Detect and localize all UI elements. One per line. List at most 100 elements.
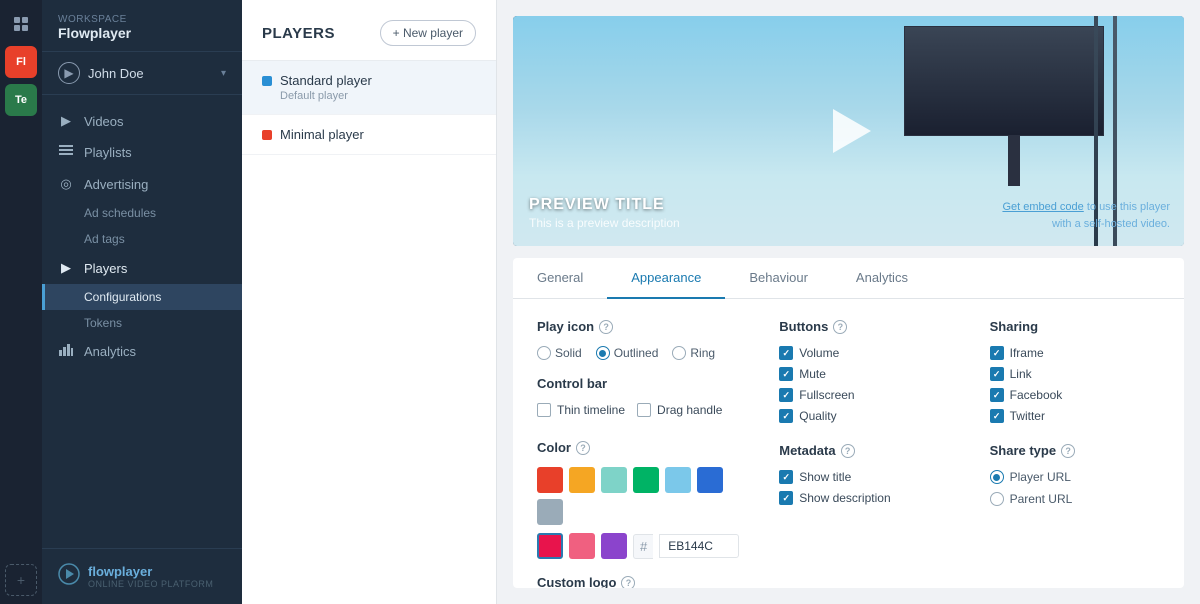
swatch-pink[interactable] <box>569 533 595 559</box>
share-type-help[interactable]: ? <box>1061 444 1075 458</box>
user-name: John Doe <box>88 66 213 81</box>
color-hex-input[interactable] <box>659 534 739 558</box>
grid-icon[interactable] <box>5 8 37 40</box>
tab-appearance[interactable]: Appearance <box>607 258 725 299</box>
fullscreen-option[interactable]: ✓ Fullscreen <box>779 388 949 402</box>
radio-solid-circle <box>537 346 551 360</box>
mute-option[interactable]: ✓ Mute <box>779 367 949 381</box>
play-icon-ring[interactable]: Ring <box>672 346 715 360</box>
embed-code-text: Get embed code to use this playerwith a … <box>1002 199 1170 232</box>
settings-panel: General Appearance Behaviour Analytics P… <box>513 258 1184 588</box>
swatch-green[interactable] <box>633 467 659 493</box>
sidebar-sub-tokens[interactable]: Tokens <box>42 310 242 336</box>
footer-branding: flowplayer ONLINE VIDEO PLATFORM <box>88 564 213 589</box>
swatch-light-blue[interactable] <box>665 467 691 493</box>
players-panel: PLAYERS + New player Standard player Def… <box>242 0 497 604</box>
twitter-checkbox: ✓ <box>990 409 1004 423</box>
parent-url-option[interactable]: Parent URL <box>990 492 1160 506</box>
sidebar-item-analytics[interactable]: Analytics <box>42 336 242 367</box>
color-swatches <box>537 467 739 525</box>
metadata-title: Metadata ? <box>779 443 949 458</box>
add-workspace-button[interactable]: + <box>5 564 37 596</box>
icon-bar: Fl Te + <box>0 0 42 604</box>
sharing-section: Sharing ✓ Iframe ✓ Link ✓ Facebook <box>990 319 1160 423</box>
sidebar-label-analytics: Analytics <box>84 344 136 359</box>
play-icon-outlined[interactable]: Outlined <box>596 346 659 360</box>
color-help[interactable]: ? <box>576 441 590 455</box>
player-item-minimal[interactable]: Minimal player <box>242 115 496 155</box>
swatch-orange[interactable] <box>569 467 595 493</box>
tab-behaviour[interactable]: Behaviour <box>725 258 832 299</box>
sidebar-sub-configurations[interactable]: Configurations <box>42 284 242 310</box>
fullscreen-label: Fullscreen <box>799 388 854 402</box>
sidebar-nav: ▶ Videos Playlists ◎ Advertising Ad sche… <box>42 95 242 548</box>
radio-ring-label: Ring <box>690 346 715 360</box>
te-workspace-icon[interactable]: Te <box>5 84 37 116</box>
preview-overlay-text: PREVIEW TITLE This is a preview descript… <box>529 196 680 230</box>
volume-option[interactable]: ✓ Volume <box>779 346 949 360</box>
playlists-icon <box>58 145 74 160</box>
play-triangle-icon <box>833 109 871 153</box>
iframe-checkbox: ✓ <box>990 346 1004 360</box>
fl-workspace-icon[interactable]: Fl <box>5 46 37 78</box>
player-dot-standard <box>262 76 272 86</box>
show-description-checkbox: ✓ <box>779 491 793 505</box>
swatch-teal[interactable] <box>601 467 627 493</box>
metadata-help[interactable]: ? <box>841 444 855 458</box>
new-player-button[interactable]: + New player <box>380 20 476 46</box>
player-dot-minimal <box>262 130 272 140</box>
color-section: Color ? <box>537 440 739 559</box>
player-item-minimal-header: Minimal player <box>262 127 476 142</box>
player-url-option[interactable]: Player URL <box>990 470 1160 484</box>
thin-timeline-checkbox <box>537 403 551 417</box>
main-content: PREVIEW TITLE This is a preview descript… <box>497 0 1200 604</box>
custom-logo-help[interactable]: ? <box>621 576 635 589</box>
swatch-purple[interactable] <box>601 533 627 559</box>
sidebar-label-playlists: Playlists <box>84 145 132 160</box>
radio-ring-circle <box>672 346 686 360</box>
quality-option[interactable]: ✓ Quality <box>779 409 949 423</box>
swatch-gray[interactable] <box>537 499 563 525</box>
swatch-orange-red[interactable] <box>537 467 563 493</box>
tab-analytics[interactable]: Analytics <box>832 258 932 299</box>
settings-col-2: Buttons ? ✓ Volume ✓ Mute ✓ Fullscreen <box>779 319 949 588</box>
players-header: PLAYERS + New player <box>242 0 496 61</box>
play-icon-help[interactable]: ? <box>599 320 613 334</box>
sidebar-item-players[interactable]: ▶ Players <box>42 252 242 284</box>
embed-code-link[interactable]: Get embed code <box>1002 201 1083 213</box>
metadata-section: Metadata ? ✓ Show title ✓ Show descripti… <box>779 443 949 505</box>
flowplayer-logo-icon <box>58 563 80 590</box>
preview-container: PREVIEW TITLE This is a preview descript… <box>513 16 1184 246</box>
link-option[interactable]: ✓ Link <box>990 367 1160 381</box>
swatch-blue[interactable] <box>697 467 723 493</box>
sidebar-sub-ad-tags[interactable]: Ad tags <box>42 226 242 252</box>
footer-brand-name: flowplayer <box>88 564 213 579</box>
player-item-standard[interactable]: Standard player Default player <box>242 61 496 115</box>
play-icon-solid[interactable]: Solid <box>537 346 582 360</box>
player-default-label: Default player <box>262 90 476 102</box>
iframe-option[interactable]: ✓ Iframe <box>990 346 1160 360</box>
sharing-title: Sharing <box>990 319 1160 334</box>
twitter-option[interactable]: ✓ Twitter <box>990 409 1160 423</box>
buttons-help[interactable]: ? <box>833 320 847 334</box>
show-description-option[interactable]: ✓ Show description <box>779 491 949 505</box>
preview-play-button[interactable] <box>817 99 881 163</box>
twitter-label: Twitter <box>1010 409 1045 423</box>
thin-timeline-option[interactable]: Thin timeline <box>537 403 625 417</box>
user-menu[interactable]: ▶ John Doe ▾ <box>42 52 242 95</box>
share-type-section: Share type ? Player URL Parent URL <box>990 443 1160 506</box>
sidebar-item-playlists[interactable]: Playlists <box>42 137 242 168</box>
settings-col-3: Sharing ✓ Iframe ✓ Link ✓ Facebook <box>990 319 1160 588</box>
radio-outlined-inner <box>599 350 606 357</box>
facebook-option[interactable]: ✓ Facebook <box>990 388 1160 402</box>
user-avatar: ▶ <box>58 62 80 84</box>
drag-handle-option[interactable]: Drag handle <box>637 403 722 417</box>
swatch-red[interactable] <box>537 533 563 559</box>
tab-general[interactable]: General <box>513 258 607 299</box>
sidebar-sub-ad-schedules[interactable]: Ad schedules <box>42 200 242 226</box>
sidebar-item-advertising[interactable]: ◎ Advertising <box>42 168 242 200</box>
facebook-checkbox: ✓ <box>990 388 1004 402</box>
preview-description: This is a preview description <box>529 216 680 230</box>
sidebar-item-videos[interactable]: ▶ Videos <box>42 105 242 137</box>
show-title-option[interactable]: ✓ Show title <box>779 470 949 484</box>
